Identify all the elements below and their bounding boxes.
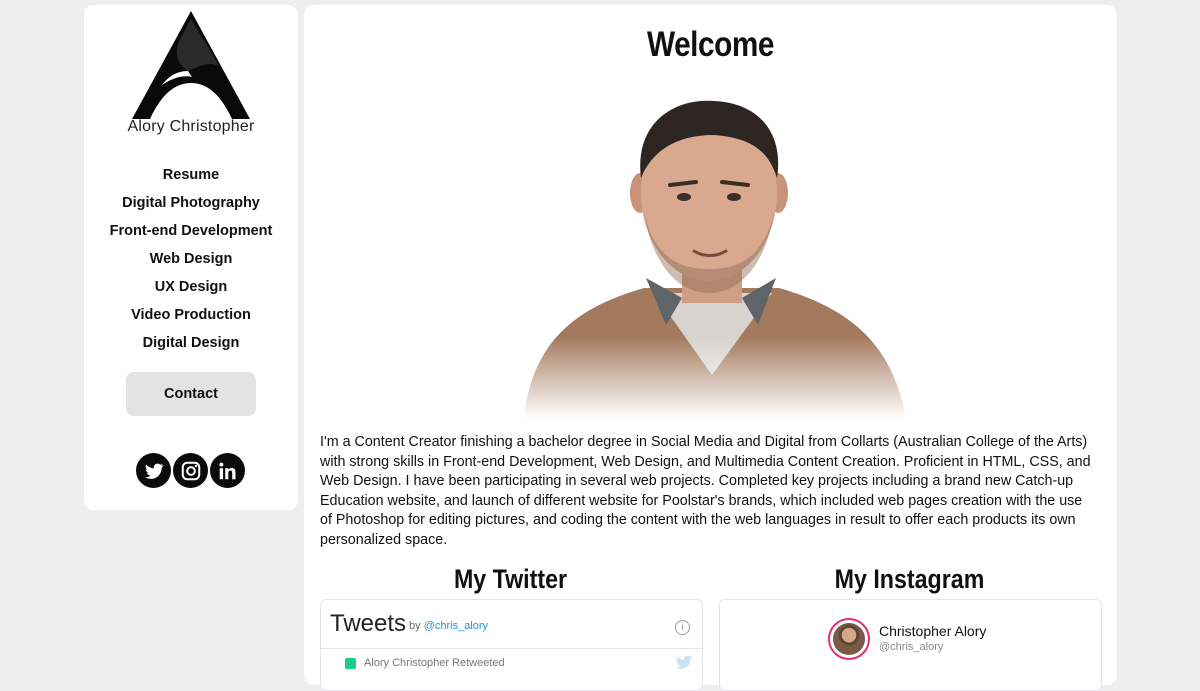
tweets-heading: Tweets [330,610,407,637]
twitter-timeline-widget[interactable]: Tweets by @chris_alory i Alory Christoph… [320,599,703,691]
profile-photo [514,93,909,418]
twitter-handle-link[interactable]: @chris_alory [424,620,488,632]
instagram-profile-widget[interactable]: Christopher Alory @chris_alory [719,599,1102,691]
nav-item-digital-photography[interactable]: Digital Photography [84,189,298,217]
contact-button[interactable]: Contact [126,372,256,416]
nav-item-front-end-development[interactable]: Front-end Development [84,217,298,245]
page-title: Welcome [646,25,775,64]
main-nav: Resume Digital Photography Front-end Dev… [84,161,298,357]
tweets-byline: by @chris_alory [409,620,488,632]
by-label: by [409,620,421,632]
social-links [136,453,245,488]
twitter-bird-icon[interactable] [676,655,692,669]
nav-item-ux-design[interactable]: UX Design [84,273,298,301]
twitter-section-title: My Twitter [453,564,568,594]
avatar[interactable] [828,618,870,660]
bio-paragraph: I'm a Content Creator finishing a bachel… [320,434,1091,548]
site-name: Alory Christopher [127,118,255,135]
instagram-icon[interactable] [173,453,208,488]
sidebar: Alory Christopher Resume Digital Photogr… [84,5,298,510]
info-icon[interactable]: i [675,620,690,635]
nav-item-video-production[interactable]: Video Production [84,301,298,329]
logo-icon[interactable] [132,11,250,119]
linkedin-icon[interactable] [210,453,245,488]
instagram-handle: @chris_alory [879,641,944,653]
main-panel: Welcome I'm a Content Creator finishing … [304,5,1117,691]
nav-item-web-design[interactable]: Web Design [84,245,298,273]
instagram-name: Christopher Alory [879,623,987,639]
nav-item-resume[interactable]: Resume [84,161,298,189]
twitter-icon[interactable] [136,453,171,488]
instagram-section-title: My Instagram [834,564,985,594]
nav-item-digital-design[interactable]: Digital Design [84,329,298,357]
retweet-label: Alory Christopher Retweeted [364,657,505,669]
retweet-icon [345,658,356,669]
divider [321,648,702,649]
avatar-photo [833,623,865,655]
